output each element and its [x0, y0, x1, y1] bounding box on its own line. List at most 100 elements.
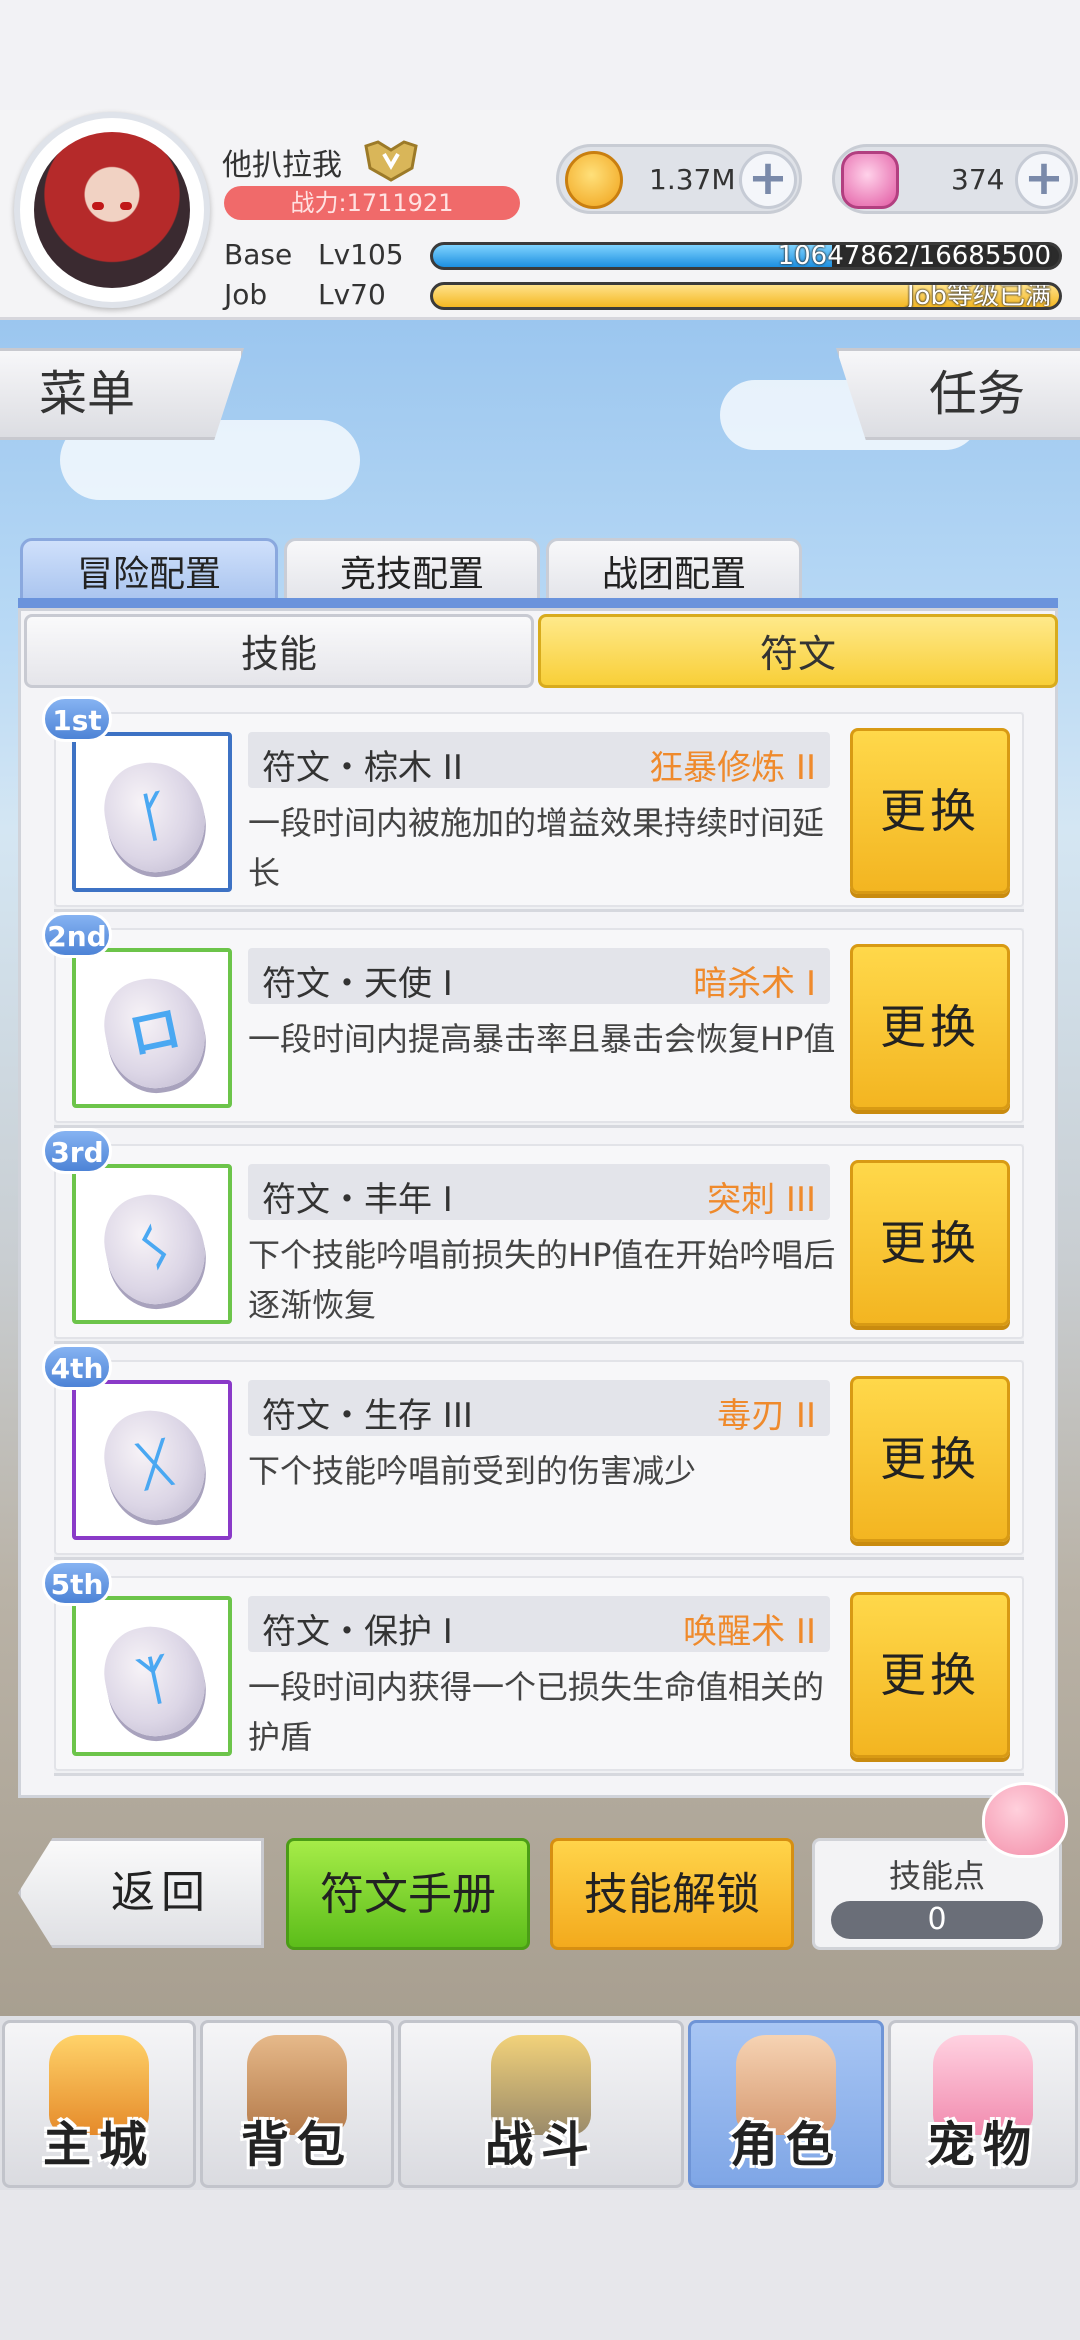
nav-label: 角色: [729, 2117, 842, 2173]
rune-slot: 2nd ロ 符文・天使 I 暗杀术 I 一段时间内提高暴击率且暴击会恢复HP值 …: [42, 912, 1024, 1128]
rune-linked-skill: 突刺 III: [707, 1180, 816, 1220]
job-label: Job: [224, 278, 268, 311]
swap-rune-button[interactable]: 更换: [850, 1160, 1010, 1326]
menu-button[interactable]: 菜单: [0, 348, 244, 440]
rune-glyph: ᚷ: [133, 1432, 177, 1498]
player-name: 他扒拉我: [222, 148, 342, 183]
tab-arena-config[interactable]: 竞技配置: [284, 538, 540, 604]
rune-icon[interactable]: ᚷ: [72, 1380, 232, 1540]
rune-card: 3rd ᛊ 符文・丰年 I 突刺 III 下个技能吟唱前损失的HP值在开始吟唱后…: [42, 1128, 1024, 1339]
system-nav-area: [0, 2190, 1080, 2340]
swap-rune-button[interactable]: 更换: [850, 728, 1010, 894]
rune-glyph: ᚴ: [133, 784, 177, 850]
rune-title-bar: 符文・棕木 II 狂暴修炼 II: [248, 732, 830, 788]
tab-guild-config[interactable]: 战团配置: [546, 538, 802, 604]
rune-linked-skill: 唤醒术 II: [683, 1612, 816, 1652]
gold-currency: 1.37M +: [556, 144, 802, 214]
base-level: Lv105: [318, 238, 404, 271]
skill-points-value: 0: [831, 1901, 1043, 1939]
gem-icon: [841, 151, 899, 209]
rune-title-bar: 符文・保护 I 唤醒术 II: [248, 1596, 830, 1652]
rune-slot: 3rd ᛊ 符文・丰年 I 突刺 III 下个技能吟唱前损失的HP值在开始吟唱后…: [42, 1128, 1024, 1344]
rune-stone-icon: ᛊ: [95, 1185, 215, 1313]
add-gold-button[interactable]: +: [739, 151, 797, 209]
rune-rank-tag: 2nd: [42, 912, 112, 958]
rune-name: 符文・保护 I: [262, 1612, 453, 1652]
rune-stone-icon: ᚷ: [95, 1401, 215, 1529]
rune-glyph: ロ: [123, 998, 187, 1068]
swap-rune-button[interactable]: 更换: [850, 944, 1010, 1110]
rune-manual-button[interactable]: 符文手册: [286, 1838, 530, 1950]
rune-rank-tag: 1st: [42, 696, 112, 742]
rune-icon[interactable]: ロ: [72, 948, 232, 1108]
gold-coin-icon: [565, 151, 623, 209]
avatar-image: [34, 132, 190, 288]
rune-slot: 1st ᚴ 符文・棕木 II 狂暴修炼 II 一段时间内被施加的增益效果持续时间…: [42, 696, 1024, 912]
rune-linked-skill: 毒刃 II: [717, 1396, 816, 1436]
rune-description: 一段时间内获得一个已损失生命值相关的护盾: [248, 1668, 825, 1756]
combat-power: 战力:1711921: [224, 186, 520, 220]
rune-description: 一段时间内被施加的增益效果持续时间延长: [248, 804, 825, 892]
nav-label: 背包: [240, 2117, 353, 2173]
swap-rune-button[interactable]: 更换: [850, 1592, 1010, 1758]
rune-stone-icon: ᛉ: [95, 1617, 215, 1745]
add-gem-button[interactable]: +: [1015, 151, 1073, 209]
tab-adventure-config[interactable]: 冒险配置: [20, 538, 278, 604]
rune-slot: 5th ᛉ 符文・保护 I 唤醒术 II 一段时间内获得一个已损失生命值相关的护…: [42, 1560, 1024, 1776]
rune-name: 符文・天使 I: [262, 964, 453, 1004]
rune-title-bar: 符文・生存 III 毒刃 II: [248, 1380, 830, 1436]
base-label: Base: [224, 238, 293, 271]
job-exp-bar: Job等级已满: [430, 282, 1062, 310]
rune-stone-icon: ᚴ: [95, 753, 215, 881]
rune-glyph: ᛉ: [133, 1648, 177, 1714]
rune-title-bar: 符文・丰年 I 突刺 III: [248, 1164, 830, 1220]
rune-name: 符文・生存 III: [262, 1396, 473, 1436]
rune-icon[interactable]: ᛊ: [72, 1164, 232, 1324]
nav-item[interactable]: 宠物: [888, 2020, 1078, 2188]
rune-description: 一段时间内提高暴击率且暴击会恢复HP值: [248, 1020, 836, 1058]
system-status-bar: [0, 0, 1080, 110]
back-button[interactable]: 返回: [18, 1838, 264, 1948]
nav-label: 宠物: [926, 2117, 1039, 2173]
rune-card: 1st ᚴ 符文・棕木 II 狂暴修炼 II 一段时间内被施加的增益效果持续时间…: [42, 696, 1024, 907]
rune-card: 5th ᛉ 符文・保护 I 唤醒术 II 一段时间内获得一个已损失生命值相关的护…: [42, 1560, 1024, 1771]
rune-title-bar: 符文・天使 I 暗杀术 I: [248, 948, 830, 1004]
rune-name: 符文・丰年 I: [262, 1180, 453, 1220]
rune-linked-skill: 狂暴修炼 II: [649, 748, 816, 788]
nav-item[interactable]: 战斗: [398, 2020, 684, 2188]
swap-rune-button[interactable]: 更换: [850, 1376, 1010, 1542]
avatar[interactable]: [14, 112, 210, 308]
base-exp-bar: 10647862/16685500: [430, 242, 1062, 270]
rune-rank-tag: 3rd: [42, 1128, 112, 1174]
gem-currency: 374 +: [832, 144, 1078, 214]
nav-label: 战斗: [484, 2117, 597, 2173]
job-exp-text: Job等级已满: [906, 282, 1051, 310]
nav-item[interactable]: 角色: [688, 2020, 884, 2188]
rune-stone-icon: ロ: [95, 969, 215, 1097]
gold-amount: 1.37M: [649, 163, 736, 196]
nav-item[interactable]: 主城: [2, 2020, 196, 2188]
rune-rank-tag: 4th: [42, 1344, 112, 1390]
rune-description: 下个技能吟唱前受到的伤害减少: [248, 1452, 697, 1490]
rune-linked-skill: 暗杀术 I: [693, 964, 816, 1004]
rank-badge-icon: [364, 140, 418, 182]
rune-icon[interactable]: ᛉ: [72, 1596, 232, 1756]
nav-label: 主城: [42, 2117, 155, 2173]
rune-description: 下个技能吟唱前损失的HP值在开始吟唱后逐渐恢复: [248, 1236, 836, 1324]
poring-pet-icon[interactable]: [982, 1782, 1068, 1858]
base-exp-text: 10647862/16685500: [777, 242, 1051, 270]
rune-name: 符文・棕木 II: [262, 748, 463, 788]
rune-glyph: ᛊ: [133, 1216, 177, 1282]
rune-slot: 4th ᚷ 符文・生存 III 毒刃 II 下个技能吟唱前受到的伤害减少 更换: [42, 1344, 1024, 1560]
subtab-runes[interactable]: 符文: [538, 614, 1058, 688]
nav-item[interactable]: 背包: [200, 2020, 394, 2188]
rune-rank-tag: 5th: [42, 1560, 112, 1606]
skill-unlock-button[interactable]: 技能解锁: [550, 1838, 794, 1950]
rune-icon[interactable]: ᚴ: [72, 732, 232, 892]
task-button[interactable]: 任务: [836, 348, 1080, 440]
rune-card: 4th ᚷ 符文・生存 III 毒刃 II 下个技能吟唱前受到的伤害减少 更换: [42, 1344, 1024, 1555]
subtab-skills[interactable]: 技能: [24, 614, 534, 688]
job-level: Lv70: [318, 278, 386, 311]
rune-card: 2nd ロ 符文・天使 I 暗杀术 I 一段时间内提高暴击率且暴击会恢复HP值 …: [42, 912, 1024, 1123]
gem-amount: 374: [951, 163, 1005, 196]
